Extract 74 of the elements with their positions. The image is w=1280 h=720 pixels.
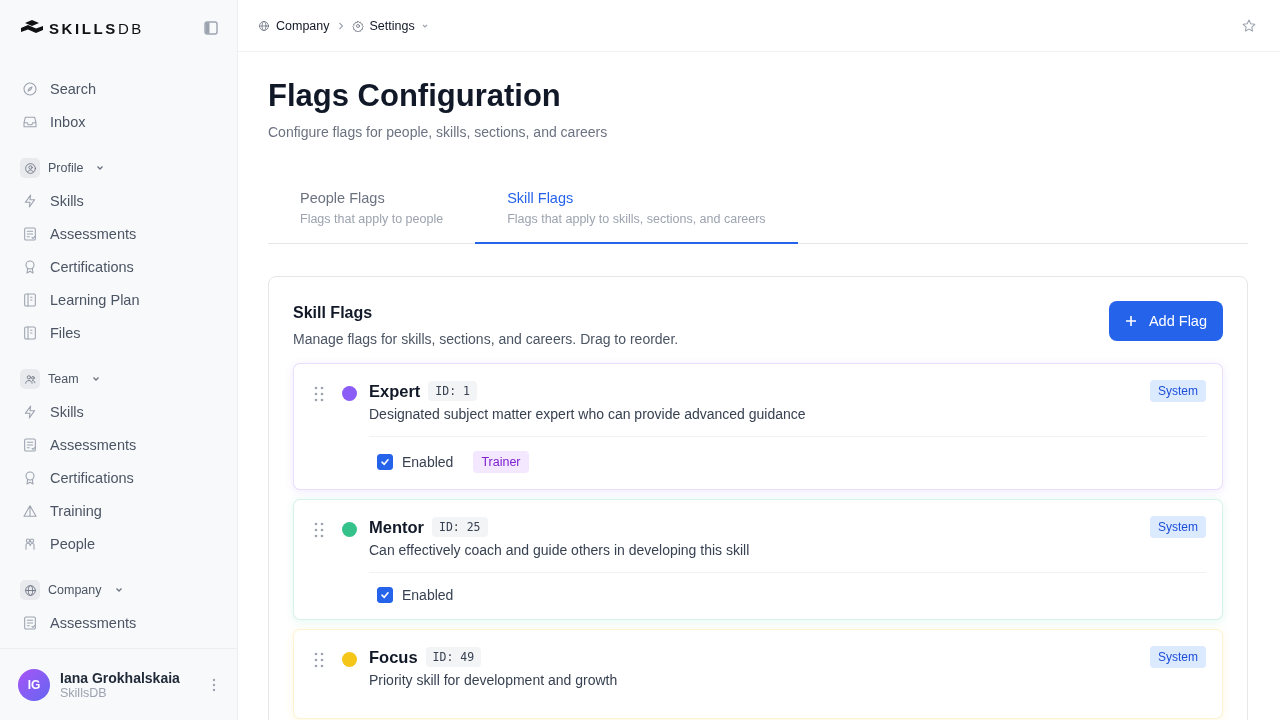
sidebar-toggle-icon[interactable] xyxy=(204,21,218,35)
bolt-icon xyxy=(22,403,38,420)
checklist-icon xyxy=(22,225,38,242)
nav-item[interactable]: Skills xyxy=(12,184,225,217)
nav-item[interactable]: Assessments xyxy=(12,428,225,461)
checklist-icon xyxy=(22,436,38,453)
tab[interactable]: Skill Flags Flags that apply to skills, sections, and careers xyxy=(475,184,798,244)
award-icon xyxy=(22,258,38,275)
checkbox[interactable] xyxy=(377,454,393,470)
section-header[interactable]: Profile xyxy=(12,154,225,182)
drag-handle-icon[interactable] xyxy=(314,386,324,402)
system-badge: System xyxy=(1150,516,1206,538)
globe-icon xyxy=(258,19,270,32)
more-icon[interactable] xyxy=(212,677,216,692)
award-icon xyxy=(22,469,38,486)
settings-icon xyxy=(351,19,364,32)
nav-item[interactable]: Inbox xyxy=(12,105,225,138)
user-icon xyxy=(23,161,37,175)
panel-subtitle: Manage flags for skills, sections, and careers. Drag to reorder. xyxy=(293,331,679,347)
enabled-checkbox[interactable]: Enabled xyxy=(377,587,454,603)
flag-description: Can effectively coach and guide others in developing this skill xyxy=(369,542,751,560)
nav-item[interactable]: Learning Plan xyxy=(12,283,225,316)
book-icon xyxy=(22,291,38,308)
flag-id: ID: 49 xyxy=(425,647,482,667)
section-header[interactable]: Company xyxy=(12,576,225,604)
page-title: Flags Configuration xyxy=(268,78,562,114)
nav-item[interactable]: Skills xyxy=(12,395,225,428)
page-subtitle: Configure flags for people, skills, sections, and careers xyxy=(268,124,609,140)
logo-icon xyxy=(21,20,43,36)
nav-item[interactable]: Assessments xyxy=(12,606,225,639)
flag-id: ID: 25 xyxy=(432,517,488,537)
separator-icon xyxy=(337,21,344,30)
avatar: IG xyxy=(18,668,50,701)
drag-handle-icon[interactable] xyxy=(314,522,324,538)
flag-name: Focus xyxy=(369,647,418,667)
tag: Trainer xyxy=(473,451,529,473)
add-flag-button[interactable]: Add Flag xyxy=(1108,301,1223,341)
user-name: Iana Grokhalskaia xyxy=(60,669,181,686)
system-badge: System xyxy=(1150,380,1206,402)
check-icon xyxy=(380,457,390,467)
breadcrumb-link[interactable]: Settings xyxy=(351,18,429,33)
nav-item[interactable]: Training xyxy=(12,494,225,527)
checkbox-label: Enabled xyxy=(402,454,454,470)
breadcrumb-link[interactable]: Company xyxy=(258,18,330,33)
flag-id: ID: 1 xyxy=(428,381,477,401)
nav-item[interactable]: Search xyxy=(12,72,225,105)
tab[interactable]: People Flags Flags that apply to people xyxy=(268,184,476,244)
nav-item[interactable]: Certifications xyxy=(12,250,225,283)
enabled-checkbox[interactable]: Enabled xyxy=(377,454,454,470)
checkbox[interactable] xyxy=(377,587,393,603)
drag-handle-icon[interactable] xyxy=(314,652,324,668)
nav-item[interactable]: Assessments xyxy=(12,217,225,250)
check-icon xyxy=(380,590,390,600)
globe-icon xyxy=(23,583,37,597)
star-icon[interactable] xyxy=(1241,17,1257,34)
flag-description: Priority skill for development and growth xyxy=(369,672,619,690)
nav-item[interactable]: People xyxy=(12,527,225,560)
flag-name: Expert xyxy=(369,381,421,401)
triangle-icon xyxy=(22,502,38,519)
section-header[interactable]: Team xyxy=(12,365,225,393)
panel-title: Skill Flags xyxy=(293,304,374,322)
plus-icon xyxy=(1124,315,1137,327)
nav-item[interactable]: Certifications xyxy=(12,461,225,494)
system-badge: System xyxy=(1150,646,1206,668)
flag-description: Designated subject matter expert who can provide advanced guidance xyxy=(369,406,807,424)
book-icon xyxy=(22,324,38,341)
user-organization: SkillsDB xyxy=(60,685,108,700)
checklist-icon xyxy=(22,614,38,631)
flag-name: Mentor xyxy=(369,517,424,537)
compass-icon xyxy=(22,80,38,97)
checkbox-label: Enabled xyxy=(402,587,454,603)
nav-item[interactable]: Files xyxy=(12,316,225,349)
bolt-icon xyxy=(22,192,38,209)
users-icon xyxy=(23,372,37,386)
